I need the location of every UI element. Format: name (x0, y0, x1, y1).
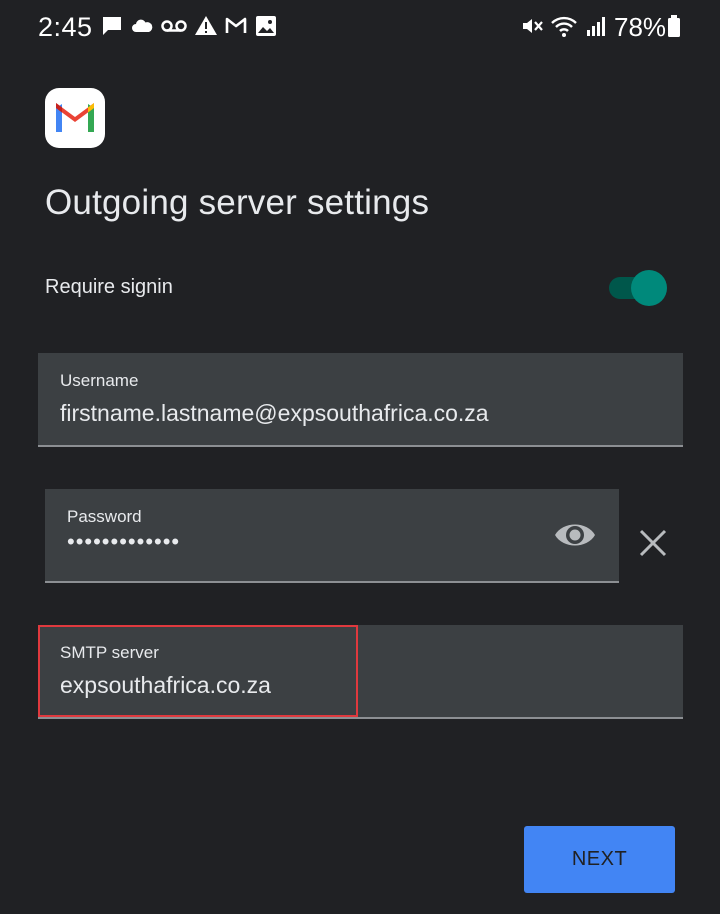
chat-bubble-icon (103, 17, 121, 35)
toggle-thumb (631, 270, 667, 306)
warning-icon (195, 16, 217, 35)
smtp-server-field[interactable]: SMTP server expsouthafrica.co.za (38, 625, 683, 719)
gmail-logo-icon (45, 88, 105, 148)
page-title: Outgoing server settings (45, 183, 430, 222)
password-label: Password (67, 507, 142, 526)
require-signin-label: Require signin (45, 276, 173, 298)
username-value: firstname.lastname@expsouthafrica.co.za (60, 400, 489, 426)
require-signin-row: Require signin (45, 270, 673, 306)
password-field[interactable]: Password ••••••••••••• (45, 489, 619, 583)
voicemail-icon (161, 20, 187, 32)
status-bar: 2:45 78% (0, 0, 720, 54)
battery-percent: 78% (614, 12, 667, 42)
smtp-server-value: expsouthafrica.co.za (60, 672, 271, 698)
next-button[interactable]: NEXT (524, 826, 675, 893)
status-time: 2:45 (38, 12, 93, 42)
vibrate-mute-icon (523, 19, 543, 33)
smtp-server-label: SMTP server (60, 643, 159, 662)
clear-password-close-icon[interactable] (636, 526, 670, 560)
gmail-notification-icon (225, 17, 247, 33)
image-icon (256, 16, 276, 36)
username-label: Username (60, 371, 139, 390)
password-value: ••••••••••••• (67, 529, 181, 554)
cloud-icon (132, 19, 153, 32)
battery-icon (668, 15, 680, 37)
username-field[interactable]: Username firstname.lastname@expsouthafri… (38, 353, 683, 447)
screen: 2:45 78% Outgoing server settings Requir… (0, 0, 720, 914)
require-signin-toggle[interactable] (605, 270, 671, 306)
wifi-icon (551, 16, 577, 37)
signal-icon (587, 17, 605, 36)
show-password-eye-icon[interactable] (553, 519, 597, 551)
